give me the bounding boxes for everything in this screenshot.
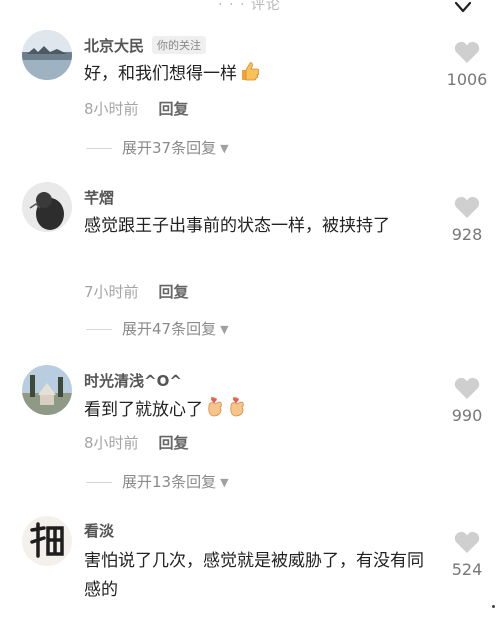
avatar[interactable]	[22, 30, 72, 80]
thumbs-up-icon	[239, 60, 261, 92]
avatar[interactable]	[22, 182, 72, 232]
timestamp: 8小时前	[84, 100, 139, 118]
username-text[interactable]: 看淡	[84, 522, 114, 540]
heart-icon[interactable]	[454, 40, 480, 64]
username[interactable]: 时光清浅^O^	[84, 370, 182, 391]
comment-meta: 8小时前 回复	[84, 98, 189, 119]
divider-line	[86, 482, 112, 483]
username[interactable]: 北京大民 你的关注	[84, 35, 207, 56]
expand-replies-label[interactable]: 展开37条回复	[122, 139, 216, 157]
like-count: 928	[451, 225, 483, 244]
comment-text: 害怕说了几次，感觉就是被威胁了，有没有同感的	[84, 551, 424, 600]
like-count: 524	[451, 560, 483, 579]
comment-panel: · · · 评论 北京大民 你的关注 好，和我们想得一样 8小时前 回复 展开3…	[0, 0, 499, 617]
comment-text: 好，和我们想得一样	[84, 64, 237, 84]
timestamp: 8小时前	[84, 434, 139, 452]
following-tag: 你的关注	[152, 36, 207, 54]
comment-text: 看到了就放心了	[84, 400, 203, 420]
reply-button[interactable]: 回复	[159, 283, 189, 301]
scroll-indicator	[492, 605, 495, 608]
chevron-down-icon: ▼	[220, 476, 229, 489]
panel-title: · · · 评论	[218, 0, 281, 13]
like-count: 990	[451, 406, 483, 425]
expand-replies-button[interactable]: 展开37条回复 ▼	[86, 137, 229, 158]
avatar[interactable]	[22, 365, 72, 415]
like-button[interactable]: 928	[442, 195, 492, 244]
chevron-down-icon: ▼	[220, 142, 229, 155]
chevron-down-icon: ▼	[220, 323, 229, 336]
username[interactable]: 看淡	[84, 520, 114, 541]
comment-meta: 7小时前 回复	[84, 281, 189, 302]
comment-text: 感觉跟王子出事前的状态一样，被挟持了	[84, 216, 390, 236]
finger-heart-icon	[227, 396, 247, 428]
comment-meta: 8小时前 回复	[84, 432, 189, 453]
heart-icon[interactable]	[454, 376, 480, 400]
like-button[interactable]: 524	[442, 530, 492, 579]
close-icon[interactable]	[452, 0, 474, 16]
heart-icon[interactable]	[454, 195, 480, 219]
avatar[interactable]	[22, 516, 72, 566]
username-text[interactable]: 芊熠	[84, 189, 114, 207]
like-button[interactable]: 1006	[442, 40, 492, 89]
expand-replies-button[interactable]: 展开13条回复 ▼	[86, 471, 229, 492]
divider-line	[86, 148, 112, 149]
timestamp: 7小时前	[84, 283, 139, 301]
expand-replies-button[interactable]: 展开47条回复 ▼	[86, 318, 229, 339]
comment-text-block: 好，和我们想得一样	[84, 60, 424, 92]
expand-replies-label[interactable]: 展开47条回复	[122, 320, 216, 338]
reply-button[interactable]: 回复	[159, 434, 189, 452]
like-button[interactable]: 990	[442, 376, 492, 425]
reply-button[interactable]: 回复	[159, 100, 189, 118]
username-text[interactable]: 时光清浅^O^	[84, 372, 182, 390]
comment-text-block: 看到了就放心了	[84, 396, 424, 428]
heart-icon[interactable]	[454, 530, 480, 554]
like-count: 1006	[446, 70, 488, 89]
username[interactable]: 芊熠	[84, 187, 114, 208]
expand-replies-label[interactable]: 展开13条回复	[122, 473, 216, 491]
finger-heart-icon	[205, 396, 225, 428]
divider-line	[86, 329, 112, 330]
username-text[interactable]: 北京大民	[84, 37, 144, 55]
